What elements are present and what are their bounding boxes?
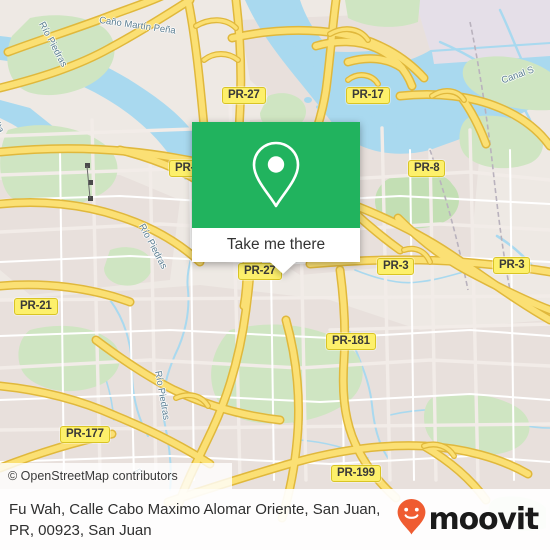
- take-me-there-label: Take me there: [226, 236, 326, 253]
- moovit-pin-icon: [396, 498, 427, 541]
- footer-bar: Fu Wah, Calle Cabo Maximo Alomar Oriente…: [0, 489, 550, 550]
- moovit-logo[interactable]: moovit: [396, 498, 550, 541]
- osm-attribution-text: © OpenStreetMap contributors: [8, 469, 178, 483]
- road-shield: PR-3: [493, 257, 531, 274]
- map-pin-icon: [249, 140, 303, 210]
- road-shield: PR-199: [331, 465, 381, 482]
- road-shield: PR-181: [326, 333, 376, 350]
- road-shield: PR-27: [222, 87, 266, 104]
- road-shield: PR-3: [377, 258, 415, 275]
- road-shield: PR-21: [14, 298, 58, 315]
- place-address-title: Fu Wah, Calle Cabo Maximo Alomar Oriente…: [9, 500, 381, 539]
- road-shield: PR-177: [60, 426, 110, 443]
- popup-cta-area[interactable]: Take me there: [192, 228, 360, 262]
- popup-pointer-tail: [270, 262, 296, 274]
- road-shield: PR-8: [408, 160, 446, 177]
- place-popup-card[interactable]: Take me there: [192, 122, 360, 274]
- osm-attribution[interactable]: © OpenStreetMap contributors: [0, 463, 232, 489]
- road-shield: PR-17: [346, 87, 390, 104]
- moovit-wordmark: moovit: [428, 501, 540, 537]
- popup-image-area: [192, 122, 360, 228]
- screenshot-root: .land{fill:#eee9e4;} .resid{fill:#e8e0dc…: [0, 0, 550, 550]
